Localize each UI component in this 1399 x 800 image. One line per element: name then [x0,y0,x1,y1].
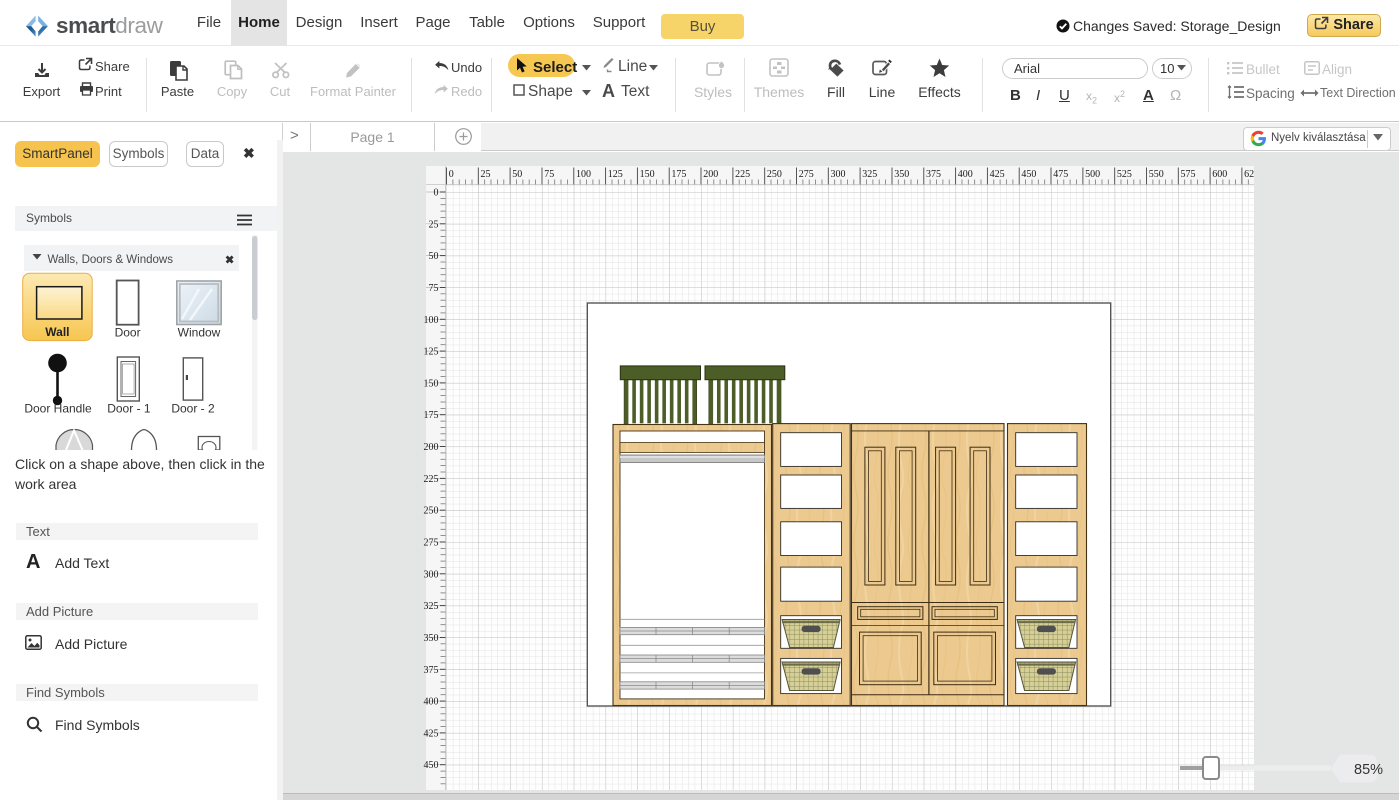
svg-text:175: 175 [424,410,439,421]
svg-text:325: 325 [862,169,877,180]
svg-text:450: 450 [1021,169,1036,180]
svg-text:250: 250 [767,169,782,180]
svg-text:500: 500 [1085,169,1100,180]
svg-text:150: 150 [640,169,655,180]
svg-text:0: 0 [449,169,454,180]
svg-text:100: 100 [424,315,439,326]
svg-text:Door: Door [115,326,141,340]
svg-text:125: 125 [608,169,623,180]
svg-text:✖: ✖ [225,255,234,267]
svg-text:300: 300 [831,169,846,180]
svg-text:225: 225 [424,474,439,485]
svg-text:475: 475 [1053,169,1068,180]
svg-text:375: 375 [926,169,941,180]
svg-text:275: 275 [424,538,439,549]
svg-text:450: 450 [424,760,439,771]
svg-text:Walls, Doors & Windows: Walls, Doors & Windows [48,254,174,266]
svg-text:25: 25 [429,219,439,230]
svg-text:50: 50 [429,251,439,262]
svg-text:250: 250 [424,506,439,517]
svg-text:150: 150 [424,378,439,389]
svg-text:400: 400 [424,697,439,708]
svg-text:350: 350 [424,633,439,644]
svg-text:625: 625 [1244,169,1259,180]
svg-text:550: 550 [1149,169,1164,180]
svg-text:300: 300 [424,569,439,580]
svg-text:Wall: Wall [45,325,69,339]
svg-text:200: 200 [424,442,439,453]
svg-text:200: 200 [703,169,718,180]
svg-text:225: 225 [735,169,750,180]
svg-text:325: 325 [424,601,439,612]
svg-text:425: 425 [424,728,439,739]
svg-text:85%: 85% [1354,762,1383,778]
svg-text:Window: Window [178,326,221,340]
svg-text:600: 600 [1212,169,1227,180]
svg-text:50: 50 [512,169,522,180]
svg-text:375: 375 [424,665,439,676]
svg-text:275: 275 [799,169,814,180]
svg-text:575: 575 [1181,169,1196,180]
svg-text:425: 425 [990,169,1005,180]
svg-text:Door - 1: Door - 1 [107,402,151,416]
svg-text:525: 525 [1117,169,1132,180]
svg-text:400: 400 [958,169,973,180]
svg-text:0: 0 [434,188,439,199]
svg-text:Door Handle: Door Handle [24,402,92,416]
svg-text:Door - 2: Door - 2 [171,402,215,416]
svg-text:350: 350 [894,169,909,180]
svg-text:25: 25 [481,169,491,180]
svg-text:75: 75 [544,169,554,180]
svg-text:75: 75 [429,283,439,294]
svg-text:175: 175 [671,169,686,180]
svg-text:100: 100 [576,169,591,180]
svg-text:125: 125 [424,347,439,358]
